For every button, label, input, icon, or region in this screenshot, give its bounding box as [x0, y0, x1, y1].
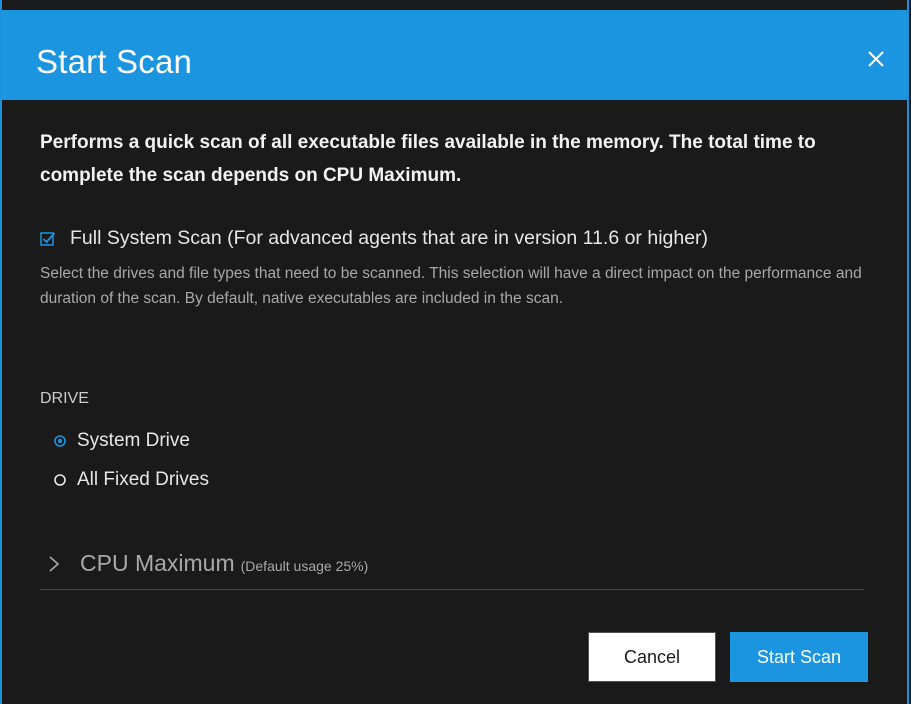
radio-all-fixed-drives[interactable]: All Fixed Drives: [54, 469, 209, 491]
drive-section-label: DRIVE: [40, 390, 89, 407]
radio-all-fixed-drives-label: All Fixed Drives: [77, 469, 209, 490]
intro-text: Performs a quick scan of all executable …: [40, 132, 816, 186]
radio-system-drive[interactable]: System Drive: [54, 430, 190, 452]
radio-selected-icon[interactable]: [54, 435, 66, 447]
dialog-title: Start Scan: [36, 43, 193, 80]
radio-system-drive-label: System Drive: [77, 430, 190, 451]
chevron-right-icon: [49, 556, 60, 572]
dialog-header: Start Scan: [2, 10, 907, 100]
cpu-maximum-title: CPU Maximum: [80, 550, 235, 576]
cancel-button[interactable]: Cancel: [588, 632, 716, 682]
cpu-maximum-subtitle: (Default usage 25%): [240, 558, 369, 574]
full-system-scan-option[interactable]: Full System Scan (For advanced agents th…: [40, 227, 708, 250]
close-icon[interactable]: [865, 48, 887, 70]
divider: [40, 589, 864, 590]
radio-unselected-icon[interactable]: [54, 474, 66, 486]
start-scan-button[interactable]: Start Scan: [730, 632, 868, 682]
checkbox-checked-icon[interactable]: [40, 231, 56, 247]
top-strip: [2, 0, 907, 10]
start-scan-dialog: Start Scan Performs a quick scan of all …: [0, 0, 909, 704]
full-scan-help-text: Select the drives and file types that ne…: [40, 265, 862, 307]
full-system-scan-label: Full System Scan (For advanced agents th…: [70, 227, 709, 249]
cpu-maximum-expander[interactable]: CPU Maximum (Default usage 25%): [48, 550, 368, 577]
